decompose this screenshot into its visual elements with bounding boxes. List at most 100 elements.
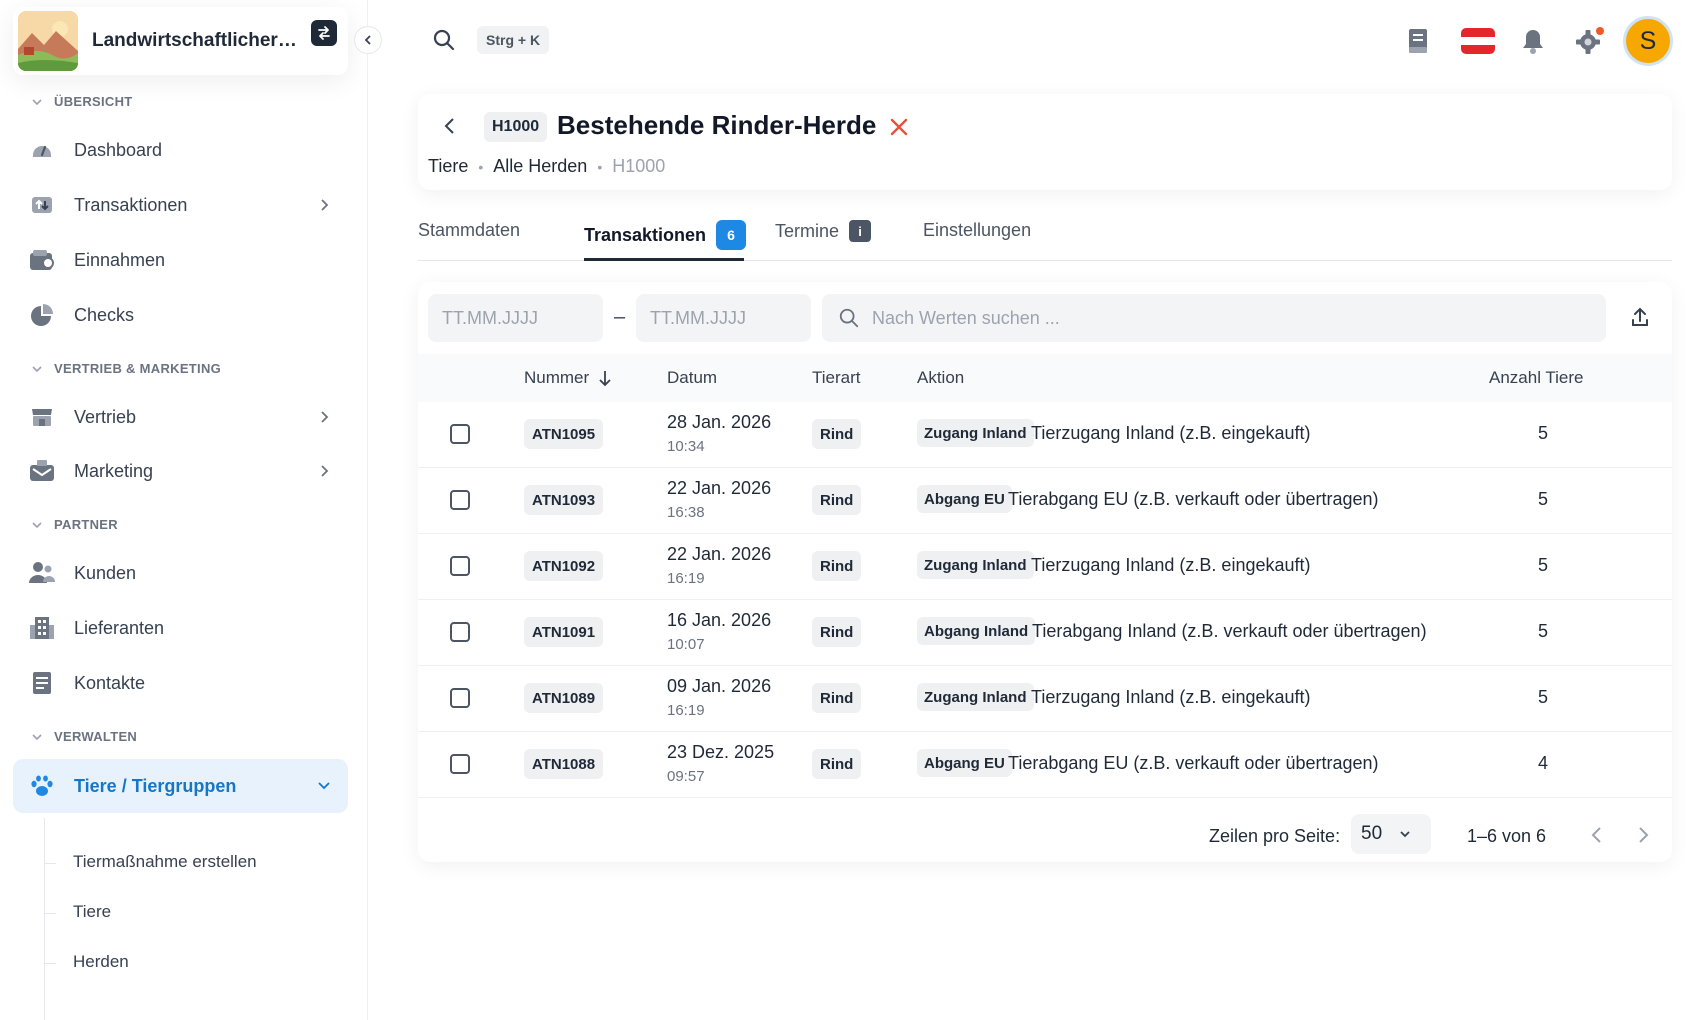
breadcrumb-separator: • xyxy=(478,158,484,175)
section-partner[interactable]: PARTNER xyxy=(30,517,118,532)
tab-termine[interactable]: Termine i xyxy=(775,220,872,242)
delete-button[interactable] xyxy=(887,115,911,139)
section-title-label: VERTRIEB & MARKETING xyxy=(54,361,222,376)
row-checkbox[interactable] xyxy=(450,622,470,642)
sidebar-item-einnahmen[interactable]: Einnahmen xyxy=(13,234,348,286)
sidebar-item-kunden[interactable]: Kunden xyxy=(13,547,348,599)
transactions-card: – Nummer Datum Tierart Aktion Anzahl Tie… xyxy=(418,282,1672,862)
section-uebersicht[interactable]: ÜBERSICHT xyxy=(30,94,133,109)
sidebar-item-label: Vertrieb xyxy=(74,406,137,427)
tab-stammdaten[interactable]: Stammdaten xyxy=(418,220,520,241)
sidebar-item-checks[interactable]: Checks xyxy=(13,289,348,341)
back-button[interactable] xyxy=(438,114,462,138)
animal-count: 5 xyxy=(1538,555,1549,575)
transaction-time: 10:34 xyxy=(667,438,705,455)
sidebar-item-label: Tiere / Tiergruppen xyxy=(74,775,237,796)
search-icon xyxy=(433,29,455,51)
tab-transaktionen[interactable]: Transaktionen 6 xyxy=(584,220,747,250)
row-checkbox[interactable] xyxy=(450,754,470,774)
pie-chart-icon xyxy=(28,301,56,329)
breadcrumb: Tiere • Alle Herden • H1000 xyxy=(428,156,665,177)
row-checkbox[interactable] xyxy=(450,424,470,444)
column-header-tierart[interactable]: Tierart xyxy=(812,368,861,388)
row-checkbox[interactable] xyxy=(450,490,470,510)
rows-per-page-select[interactable]: 50 xyxy=(1351,814,1431,854)
org-switcher[interactable]: Landwirtschaftlicher B... xyxy=(13,7,348,75)
table-row[interactable]: ATN1095 28 Jan. 2026 10:34 Rind Zugang I… xyxy=(418,402,1672,468)
breadcrumb-current: H1000 xyxy=(612,156,666,176)
previous-page-button[interactable] xyxy=(1586,824,1608,846)
transaction-date: 16 Jan. 2026 xyxy=(667,610,772,630)
transactions-icon xyxy=(28,191,56,219)
settings-button[interactable] xyxy=(1575,26,1605,56)
sidebar-item-vertrieb[interactable]: Vertrieb xyxy=(13,391,348,443)
animal-count: 5 xyxy=(1538,423,1549,443)
chevron-down-icon xyxy=(1400,831,1410,838)
tree-tick xyxy=(44,863,56,864)
user-avatar[interactable]: S xyxy=(1623,16,1673,66)
table-row[interactable]: ATN1091 16 Jan. 2026 10:07 Rind Abgang I… xyxy=(418,600,1672,666)
transaction-number: ATN1095 xyxy=(524,419,604,449)
switch-org-button[interactable] xyxy=(311,20,337,46)
transaction-number: ATN1089 xyxy=(524,683,604,713)
table-header: Nummer Datum Tierart Aktion Anzahl Tiere xyxy=(418,354,1672,402)
date-to-input[interactable] xyxy=(636,294,811,342)
breadcrumb-tiere[interactable]: Tiere xyxy=(428,156,468,177)
sidebar-subitem-tiere[interactable]: Tiere xyxy=(73,902,111,922)
table-row[interactable]: ATN1089 09 Jan. 2026 16:19 Rind Zugang I… xyxy=(418,666,1672,732)
tab-einstellungen[interactable]: Einstellungen xyxy=(923,220,1031,241)
language-switcher[interactable] xyxy=(1460,26,1496,56)
next-page-button[interactable] xyxy=(1632,824,1654,846)
sidebar-item-marketing[interactable]: Marketing xyxy=(13,445,348,497)
global-search-button[interactable] xyxy=(432,28,456,52)
column-header-anzahl-tiere[interactable]: Anzahl Tiere xyxy=(1489,368,1584,388)
chevron-right-icon xyxy=(1639,827,1649,843)
sidebar-subitem-herden[interactable]: Herden xyxy=(73,952,129,972)
search-shortcut-hint: Strg + K xyxy=(477,26,550,54)
table-row[interactable]: ATN1088 23 Dez. 2025 09:57 Rind Abgang E… xyxy=(418,732,1672,798)
herd-id-chip: H1000 xyxy=(484,112,548,142)
chevron-down-icon xyxy=(32,521,42,528)
section-vertrieb-marketing[interactable]: VERTRIEB & MARKETING xyxy=(30,361,221,376)
org-logo xyxy=(18,11,78,71)
row-checkbox[interactable] xyxy=(450,688,470,708)
search-input[interactable] xyxy=(872,294,1592,342)
action-chip: Abgang EU xyxy=(917,749,1012,777)
column-label: Nummer xyxy=(524,368,590,387)
action-description: Tierzugang Inland (z.B. eingekauft) xyxy=(1031,423,1311,443)
collapse-sidebar-button[interactable] xyxy=(354,26,382,54)
page-header: H1000 Bestehende Rinder-Herde Tiere • Al… xyxy=(418,94,1672,190)
sidebar-item-transaktionen[interactable]: Transaktionen xyxy=(13,179,348,231)
rows-per-page-value: 50 xyxy=(1361,823,1383,844)
animal-count: 5 xyxy=(1538,489,1549,509)
column-header-aktion[interactable]: Aktion xyxy=(917,368,964,388)
date-from-input[interactable] xyxy=(428,294,603,342)
sidebar: Landwirtschaftlicher B... ÜBERSICHT Dash… xyxy=(0,0,368,1020)
section-verwalten[interactable]: VERWALTEN xyxy=(30,729,137,744)
sidebar-item-tiere-tiergruppen[interactable]: Tiere / Tiergruppen xyxy=(13,759,348,813)
action-chip: Zugang Inland xyxy=(917,683,1034,711)
row-checkbox[interactable] xyxy=(450,556,470,576)
sidebar-item-dashboard[interactable]: Dashboard xyxy=(13,124,348,176)
chevron-down-icon xyxy=(32,98,42,105)
column-header-datum[interactable]: Datum xyxy=(667,368,717,388)
docs-button[interactable] xyxy=(1403,26,1433,56)
export-button[interactable] xyxy=(1628,306,1652,330)
column-header-nummer[interactable]: Nummer xyxy=(524,368,613,388)
mailbox-icon xyxy=(28,457,56,485)
sidebar-item-lieferanten[interactable]: Lieferanten xyxy=(13,602,348,654)
table-row[interactable]: ATN1093 22 Jan. 2026 16:38 Rind Abgang E… xyxy=(418,468,1672,534)
date-range-separator: – xyxy=(614,306,626,328)
table-search[interactable] xyxy=(822,294,1606,342)
animal-count: 4 xyxy=(1538,753,1549,773)
table-row[interactable]: ATN1092 22 Jan. 2026 16:19 Rind Zugang I… xyxy=(418,534,1672,600)
notifications-button[interactable] xyxy=(1518,26,1548,56)
action-description: Tierzugang Inland (z.B. eingekauft) xyxy=(1031,687,1311,707)
breadcrumb-alle-herden[interactable]: Alle Herden xyxy=(493,156,587,177)
pagination-range: 1–6 von 6 xyxy=(1467,826,1547,846)
action-chip: Zugang Inland xyxy=(917,551,1034,579)
sidebar-item-kontakte[interactable]: Kontakte xyxy=(13,657,348,709)
breadcrumb-separator: • xyxy=(597,158,603,175)
transaction-date: 23 Dez. 2025 xyxy=(667,742,775,762)
sidebar-subitem-tiermassnahme-erstellen[interactable]: Tiermaßnahme erstellen xyxy=(73,852,257,872)
